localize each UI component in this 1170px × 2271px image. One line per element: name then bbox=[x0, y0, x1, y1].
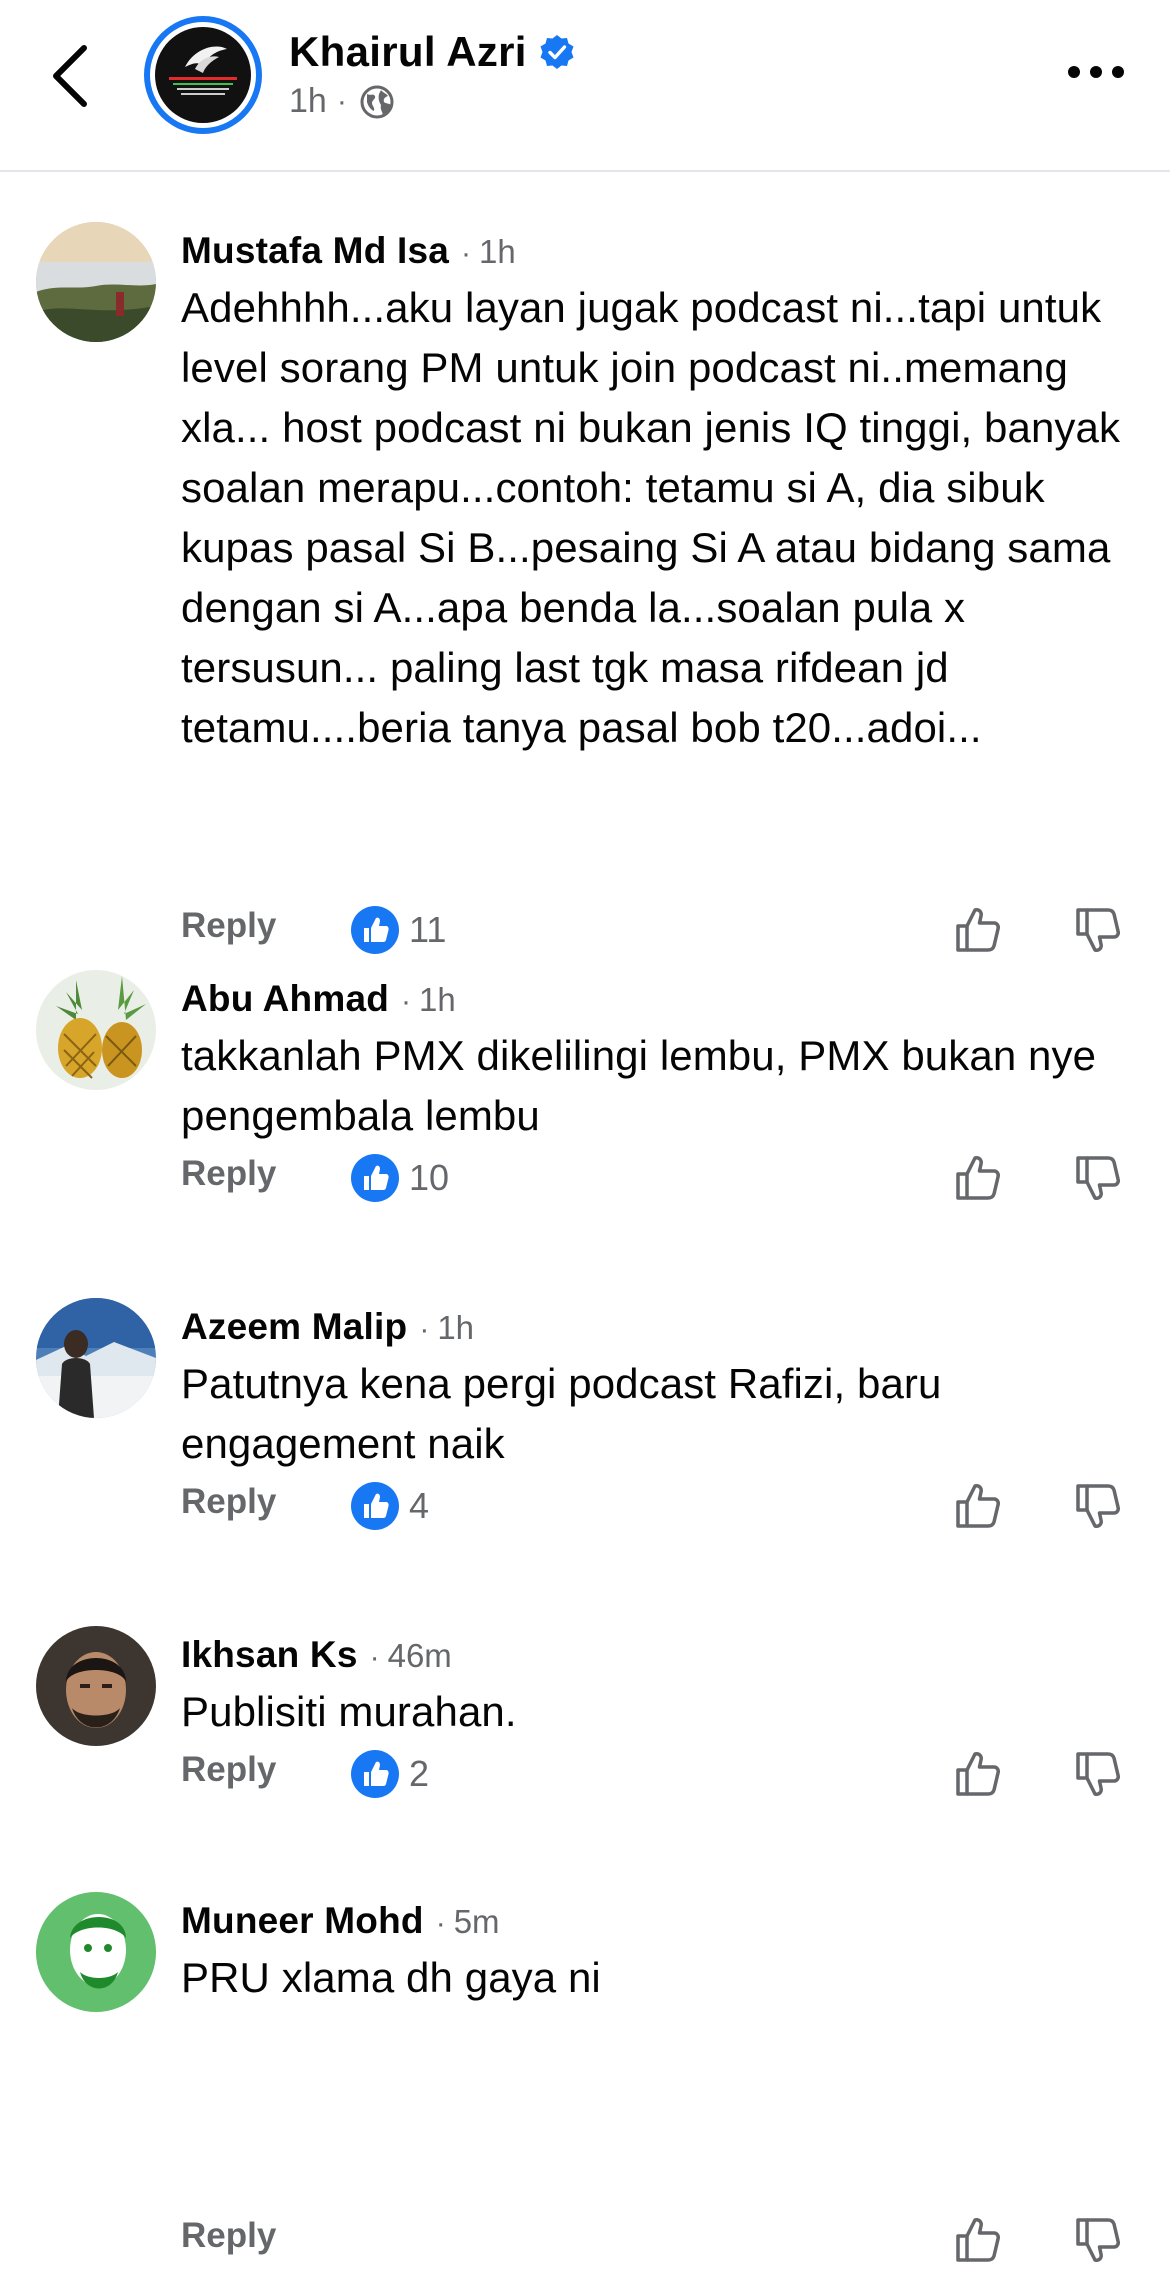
like-reaction-icon bbox=[351, 1154, 399, 1202]
avatar[interactable] bbox=[36, 1626, 156, 1746]
reply-button[interactable]: Reply bbox=[181, 1482, 276, 1522]
comment-time: 1h bbox=[419, 981, 456, 1018]
avatar-mountain-image bbox=[36, 1298, 156, 1418]
like-count: 10 bbox=[409, 1157, 450, 1198]
avatar[interactable] bbox=[36, 222, 156, 342]
meta-separator: · bbox=[369, 1641, 380, 1674]
comment-actions: Reply 10 bbox=[0, 1148, 1170, 1208]
thumb-up-icon bbox=[956, 2218, 1000, 2262]
upvote-button[interactable] bbox=[952, 1152, 1004, 1204]
comment-time: 5m bbox=[453, 1903, 500, 1940]
avatar-green-portrait-image bbox=[36, 1892, 156, 2012]
chevron-left-icon bbox=[53, 45, 87, 107]
reaction-count[interactable]: 11 bbox=[351, 900, 446, 960]
thumb-up-icon bbox=[956, 1156, 1000, 1200]
comment-time: 46m bbox=[387, 1637, 452, 1674]
comment-text: Publisiti murahan. bbox=[181, 1688, 517, 1735]
comment-author[interactable]: Azeem Malip bbox=[181, 1306, 407, 1348]
page-name-row: Khairul Azri bbox=[289, 24, 575, 80]
downvote-button[interactable] bbox=[1072, 1480, 1124, 1532]
comment-header: Muneer Mohd · 5m bbox=[181, 1900, 500, 1948]
avatar-portrait-image bbox=[36, 1626, 156, 1746]
like-reaction-icon bbox=[351, 1750, 399, 1798]
meta-separator: · bbox=[419, 1313, 430, 1346]
avatar[interactable] bbox=[36, 970, 156, 1090]
like-count: 4 bbox=[409, 1485, 430, 1526]
comment-author[interactable]: Muneer Mohd bbox=[181, 1900, 424, 1942]
more-horizontal-icon bbox=[1068, 66, 1124, 78]
thumb-up-icon bbox=[956, 908, 1000, 952]
upvote-button[interactable] bbox=[952, 2214, 1004, 2266]
like-count: 2 bbox=[409, 1753, 430, 1794]
like-reaction-icon bbox=[351, 1482, 399, 1530]
thumb-down-icon bbox=[1076, 1752, 1120, 1796]
thumb-up-icon bbox=[956, 1484, 1000, 1528]
comment-time: 1h bbox=[479, 233, 516, 270]
comment-author[interactable]: Ikhsan Ks bbox=[181, 1634, 358, 1676]
meta-separator: · bbox=[401, 985, 412, 1018]
meta-separator: · bbox=[435, 1907, 446, 1940]
downvote-button[interactable] bbox=[1072, 904, 1124, 956]
comment-header: Azeem Malip · 1h bbox=[181, 1306, 474, 1354]
verified-badge-icon bbox=[540, 35, 574, 69]
like-count: 11 bbox=[409, 909, 447, 950]
avatar-pineapple-image bbox=[36, 970, 156, 1090]
page-logo-icon bbox=[155, 27, 251, 123]
comment-time: 1h bbox=[437, 1309, 475, 1346]
comment-actions: Reply 11 bbox=[0, 900, 1170, 960]
post-header: Khairul Azri 1h · bbox=[0, 0, 1170, 172]
comment-header: Mustafa Md Isa · 1h bbox=[181, 230, 516, 278]
upvote-button[interactable] bbox=[952, 1480, 1004, 1532]
thumb-down-icon bbox=[1076, 1156, 1120, 1200]
comment-author[interactable]: Abu Ahmad bbox=[181, 978, 389, 1020]
downvote-button[interactable] bbox=[1072, 2214, 1124, 2266]
upvote-button[interactable] bbox=[952, 904, 1004, 956]
reply-button[interactable]: Reply bbox=[181, 1154, 276, 1194]
upvote-button[interactable] bbox=[952, 1748, 1004, 1800]
back-button[interactable] bbox=[40, 36, 104, 116]
reply-button[interactable]: Reply bbox=[181, 2216, 276, 2256]
reaction-count[interactable]: 4 bbox=[351, 1476, 429, 1536]
comment-text: Patutnya kena pergi podcast Rafizi, baru… bbox=[181, 1360, 942, 1467]
thumb-down-icon bbox=[1076, 1484, 1120, 1528]
downvote-button[interactable] bbox=[1072, 1748, 1124, 1800]
reaction-count[interactable]: 10 bbox=[351, 1148, 449, 1208]
comment-text: takkanlah PMX dikelilingi lembu, PMX buk… bbox=[181, 1032, 1097, 1139]
comment-actions: Reply 4 bbox=[0, 1476, 1170, 1536]
comment-header: Ikhsan Ks · 46m bbox=[181, 1634, 452, 1682]
comment-header: Abu Ahmad · 1h bbox=[181, 978, 456, 1026]
post-meta: 1h · bbox=[289, 82, 395, 121]
avatar[interactable] bbox=[36, 1298, 156, 1418]
meta-separator: · bbox=[336, 84, 347, 118]
globe-icon bbox=[360, 85, 394, 118]
thumb-up-icon bbox=[956, 1752, 1000, 1796]
reply-button[interactable]: Reply bbox=[181, 1750, 276, 1790]
page-avatar[interactable] bbox=[144, 16, 262, 134]
meta-separator: · bbox=[461, 237, 472, 270]
comment-actions: Reply bbox=[0, 2210, 1170, 2270]
avatar[interactable] bbox=[36, 1892, 156, 2012]
post-time[interactable]: 1h bbox=[289, 82, 327, 121]
page-name[interactable]: Khairul Azri bbox=[289, 28, 527, 76]
comment-text: PRU xlama dh gaya ni bbox=[181, 1954, 601, 2001]
more-options-button[interactable] bbox=[1064, 52, 1128, 92]
downvote-button[interactable] bbox=[1072, 1152, 1124, 1204]
reaction-count[interactable]: 2 bbox=[351, 1744, 429, 1804]
thumb-down-icon bbox=[1076, 908, 1120, 952]
comment-actions: Reply 2 bbox=[0, 1744, 1170, 1804]
reply-button[interactable]: Reply bbox=[181, 906, 276, 946]
avatar-landscape-image bbox=[36, 222, 156, 342]
comment-text: Adehhhh...aku layan jugak podcast ni...t… bbox=[181, 284, 1121, 751]
comment-author[interactable]: Mustafa Md Isa bbox=[181, 230, 449, 272]
like-reaction-icon bbox=[351, 906, 399, 954]
thumb-down-icon bbox=[1076, 2218, 1120, 2262]
